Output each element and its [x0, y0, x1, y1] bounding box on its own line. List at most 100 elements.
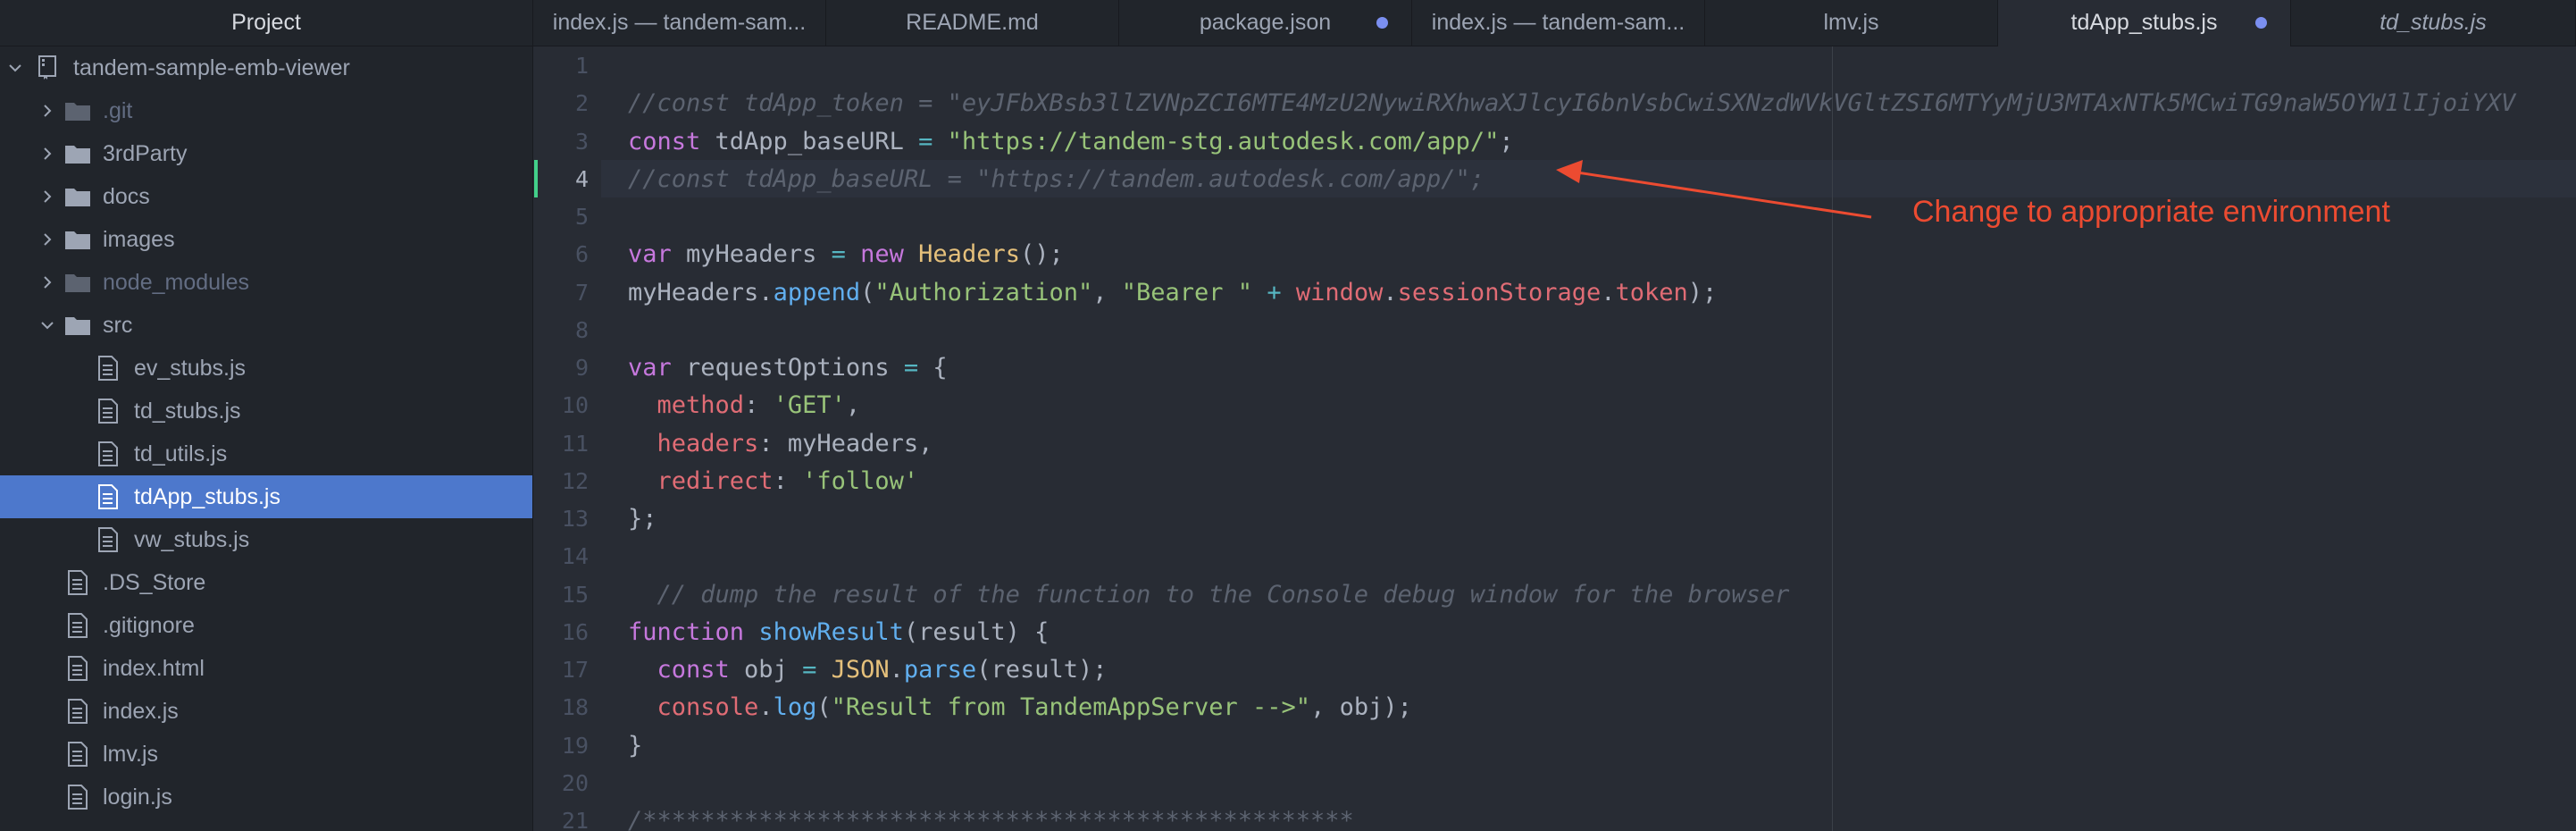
tree-folder-tandem-sample-emb-viewer[interactable]: tandem-sample-emb-viewer [0, 46, 532, 89]
code-line[interactable]: myHeaders.append("Authorization", "Beare… [628, 274, 1717, 312]
code-token: parse [903, 656, 977, 684]
code-token: obj [729, 656, 803, 684]
tree-file-tdapp-stubs-js[interactable]: tdApp_stubs.js [0, 475, 532, 518]
code-editor[interactable]: 1 2 3 4 5 6 7 8 9 10 11 12 13 14 15 16 17 18 19 20 21 //cons… [533, 46, 2576, 831]
code-token: window [1295, 279, 1384, 306]
tree-folder-src[interactable]: src [0, 304, 532, 347]
modified-indicator-icon[interactable] [1376, 17, 1388, 29]
chevron-right-icon[interactable] [38, 261, 57, 304]
tab-tdapp-stubs-js[interactable]: tdApp_stubs.js [1998, 0, 2291, 47]
file-icon [95, 390, 121, 432]
tree-folder-3rdparty[interactable]: 3rdParty [0, 132, 532, 175]
chevron-right-icon[interactable] [38, 89, 57, 132]
code-token: log [773, 693, 817, 721]
code-line[interactable]: //const tdApp_token = "eyJFbXBsb3llZVNpZ… [628, 85, 2515, 122]
folder-icon [64, 89, 91, 132]
code-token: redirect [657, 467, 774, 495]
repository-icon [34, 46, 61, 89]
code-line[interactable]: // dump the result of the function to th… [628, 576, 1790, 614]
code-token: + [1267, 279, 1282, 306]
line-number: 17 [561, 657, 589, 683]
chevron-right-icon[interactable] [38, 218, 57, 261]
line-number: 15 [561, 582, 589, 608]
tree-file-ds-store[interactable]: .DS_Store [0, 561, 532, 604]
tree-folder-docs[interactable]: docs [0, 175, 532, 218]
file-icon [64, 690, 91, 733]
code-token: JSON [831, 656, 890, 684]
code-line[interactable]: var requestOptions = { [628, 349, 948, 387]
code-token: (result); [976, 656, 1108, 684]
code-token: "Result from TandemAppServer -->" [831, 693, 1311, 721]
line-number: 6 [574, 241, 589, 267]
code-line[interactable]: //const tdApp_baseURL = "https://tandem.… [628, 161, 1485, 198]
tree-file-td-utils-js[interactable]: td_utils.js [0, 432, 532, 475]
tree-file-ev-stubs-js[interactable]: ev_stubs.js [0, 347, 532, 390]
tab-lmv-js[interactable]: lmv.js [1705, 0, 1998, 46]
code-token: token [1615, 279, 1688, 306]
line-number: 16 [561, 619, 589, 645]
tree-item-label: lmv.js [103, 742, 159, 767]
tree-file-gitignore[interactable]: .gitignore [0, 604, 532, 647]
chevron-down-icon[interactable] [38, 304, 57, 347]
tree-folder-node-modules[interactable]: node_modules [0, 261, 532, 304]
code-token: /***************************************… [628, 807, 1354, 831]
code-token: requestOptions [671, 354, 904, 382]
chevron-right-icon[interactable] [38, 132, 57, 175]
code-token: = [903, 354, 919, 382]
code-line[interactable]: method: 'GET', [628, 387, 861, 424]
code-token: { [918, 354, 948, 382]
chevron-right-icon[interactable] [38, 175, 57, 218]
tree-file-lmv-js[interactable]: lmv.js [0, 733, 532, 776]
chevron-down-icon[interactable] [5, 46, 25, 89]
tree-file-index-html[interactable]: index.html [0, 647, 532, 690]
tree-folder-images[interactable]: images [0, 218, 532, 261]
tree-file-index-js[interactable]: index.js [0, 690, 532, 733]
code-line[interactable]: function showResult(result) { [628, 614, 1049, 651]
tree-file-td-stubs-js[interactable]: td_stubs.js [0, 390, 532, 432]
line-number: 21 [561, 808, 589, 831]
tab-readme-md[interactable]: README.md [826, 0, 1119, 46]
code-line[interactable]: console.log("Result from TandemAppServer… [628, 689, 1412, 726]
file-icon [95, 432, 121, 475]
code-token: sessionStorage [1397, 279, 1602, 306]
code-line[interactable]: const tdApp_baseURL = "https://tandem-st… [628, 123, 1514, 161]
code-token: const [628, 128, 701, 155]
tree-item-label: index.html [103, 656, 205, 681]
editor-tab-bar: index.js — tandem-sam... README.md package… [533, 0, 2576, 47]
tab-index-js-tandem-sam[interactable]: index.js — tandem-sam... [1412, 0, 1705, 46]
tree-item-label: login.js [103, 785, 172, 810]
line-number: 12 [561, 468, 589, 494]
code-line[interactable]: redirect: 'follow' [628, 463, 919, 500]
code-token: var [628, 354, 672, 382]
line-number: 8 [574, 317, 589, 343]
code-line[interactable]: }; [628, 500, 657, 538]
tree-item-label: .gitignore [103, 613, 195, 638]
tree-folder-git[interactable]: .git [0, 89, 532, 132]
tree-item-label: .git [103, 98, 133, 123]
code-token: headers [657, 430, 759, 457]
code-token: "Bearer " [1121, 279, 1253, 306]
tab-index-js-tandem-sam[interactable]: index.js — tandem-sam... [533, 0, 826, 46]
code-line[interactable]: /***************************************… [628, 802, 1354, 831]
tab-title: index.js — tandem-sam... [552, 10, 807, 35]
tab-td-stubs-js[interactable]: td_stubs.js [2291, 0, 2576, 46]
code-token: = [802, 656, 817, 684]
modified-indicator-icon[interactable] [2255, 17, 2267, 29]
tree-file-vw-stubs-js[interactable]: vw_stubs.js [0, 518, 532, 561]
file-icon [64, 604, 91, 647]
code-line[interactable]: var myHeaders = new Headers(); [628, 236, 1064, 273]
line-number: 1 [574, 53, 589, 79]
project-tree: tandem-sample-emb-viewer .git 3rdParty docs… [0, 46, 532, 818]
annotation-label: Change to appropriate environment [1912, 195, 2390, 229]
tree-file-login-js[interactable]: login.js [0, 776, 532, 818]
code-line[interactable]: const obj = JSON.parse(result); [628, 651, 1108, 689]
tab-package-json[interactable]: package.json [1119, 0, 1412, 46]
code-line[interactable]: } [628, 727, 642, 765]
line-number: 4 [574, 166, 589, 192]
code-line[interactable]: headers: myHeaders, [628, 425, 933, 463]
